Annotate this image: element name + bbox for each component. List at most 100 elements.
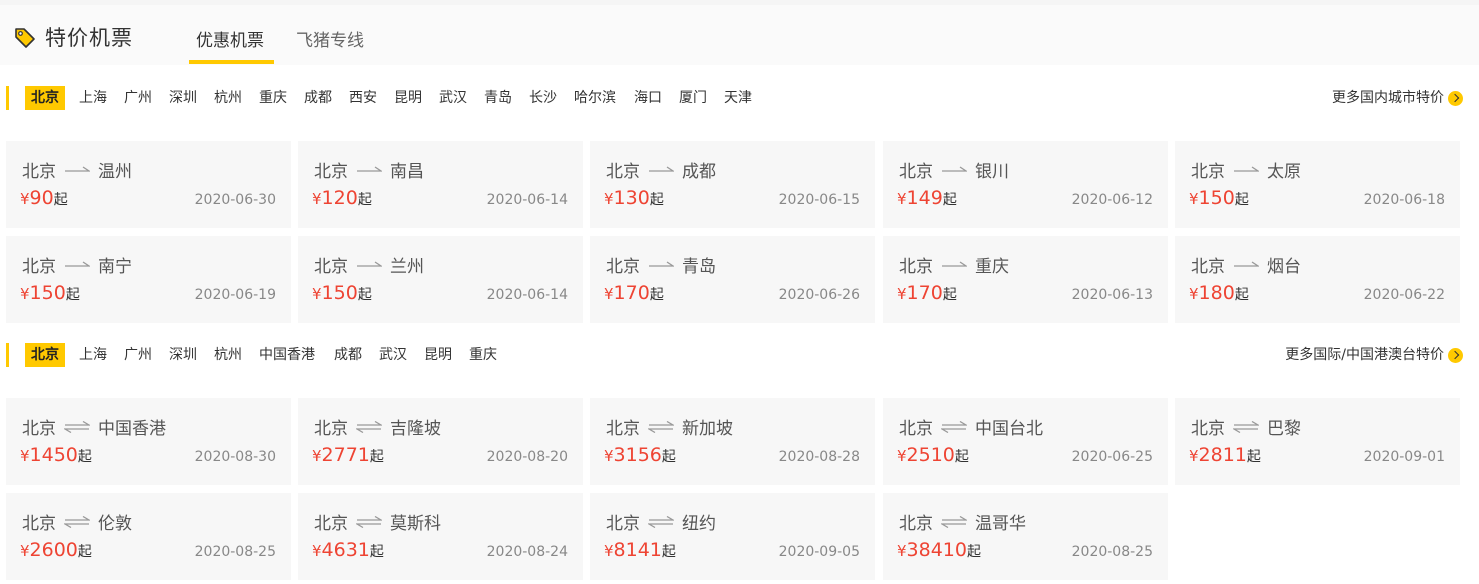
currency-symbol: ¥ (20, 285, 30, 303)
price-suffix: 起 (53, 192, 68, 208)
round-trip-arrow-icon (648, 420, 674, 433)
currency-symbol: ¥ (1189, 285, 1199, 303)
flight-deal-card[interactable]: 北京 纽约 ¥8141起 2020-09-05 (590, 493, 875, 580)
flight-deal-card[interactable]: 北京 银川 ¥149起 2020-06-12 (883, 141, 1168, 228)
city-filter-3[interactable]: 深圳 (169, 343, 197, 367)
price-suffix: 起 (357, 192, 372, 208)
city-filter-10[interactable]: 青岛 (484, 86, 512, 110)
origin-city: 北京 (1191, 257, 1225, 277)
price: ¥150起 (1189, 187, 1249, 209)
price-amount: 2811 (1198, 444, 1247, 466)
currency-symbol: ¥ (897, 190, 907, 208)
route: 北京 成都 (606, 157, 716, 182)
city-filter-15[interactable]: 天津 (724, 86, 752, 110)
city-filter-6[interactable]: 成都 (304, 86, 332, 110)
flight-deal-card[interactable]: 北京 伦敦 ¥2600起 2020-08-25 (6, 493, 291, 580)
city-filter-4[interactable]: 杭州 (214, 343, 242, 367)
departure-date: 2020-06-22 (1363, 287, 1445, 303)
city-filter-2[interactable]: 广州 (124, 86, 152, 110)
price-suffix: 起 (942, 287, 957, 303)
city-filter-9[interactable]: 重庆 (469, 343, 497, 367)
flight-deal-card[interactable]: 北京 兰州 ¥150起 2020-06-14 (298, 236, 583, 323)
city-filter-8[interactable]: 昆明 (394, 86, 422, 110)
flight-deal-card[interactable]: 北京 莫斯科 ¥4631起 2020-08-24 (298, 493, 583, 580)
flight-deal-card[interactable]: 北京 青岛 ¥170起 2020-06-26 (590, 236, 875, 323)
price: ¥149起 (897, 187, 957, 209)
city-filter-13[interactable]: 海口 (634, 86, 662, 110)
currency-symbol: ¥ (312, 190, 322, 208)
price: ¥130起 (604, 187, 664, 209)
city-filter-11[interactable]: 长沙 (529, 86, 557, 110)
origin-city: 北京 (314, 514, 348, 534)
origin-city: 北京 (314, 257, 348, 277)
city-filter-4[interactable]: 杭州 (214, 86, 242, 110)
flight-deal-card[interactable]: 北京 南昌 ¥120起 2020-06-14 (298, 141, 583, 228)
currency-symbol: ¥ (897, 542, 907, 560)
departure-date: 2020-06-26 (778, 287, 860, 303)
city-filter-7[interactable]: 武汉 (379, 343, 407, 367)
city-filter-7[interactable]: 西安 (349, 86, 377, 110)
round-trip-arrow-icon (1233, 420, 1259, 433)
price-suffix: 起 (967, 544, 981, 560)
city-filter-1[interactable]: 上海 (79, 343, 107, 367)
more-international-deals-link[interactable]: 更多国际/中国港澳台特价 (1285, 343, 1463, 367)
city-filter-9[interactable]: 武汉 (439, 86, 467, 110)
flight-deal-card[interactable]: 北京 烟台 ¥180起 2020-06-22 (1175, 236, 1460, 323)
international-city-filter: 更多国际/中国港澳台特价 北京 上海 广州 深圳 杭州 中国香港 成都 武汉 昆明 重庆 (0, 341, 1479, 371)
destination-city: 重庆 (975, 257, 1009, 277)
flight-deal-card[interactable]: 北京 重庆 ¥170起 2020-06-13 (883, 236, 1168, 323)
price-amount: 150 (321, 282, 358, 304)
departure-date: 2020-08-30 (194, 449, 276, 465)
destination-city: 青岛 (682, 257, 716, 277)
origin-city: 北京 (1191, 419, 1225, 439)
route: 北京 中国香港 (22, 414, 166, 439)
origin-city: 北京 (22, 514, 56, 534)
currency-symbol: ¥ (312, 285, 322, 303)
flight-deal-card[interactable]: 北京 温哥华 ¥38410起 2020-08-25 (883, 493, 1168, 580)
section-marker (6, 86, 9, 110)
destination-city: 南昌 (390, 162, 424, 182)
one-way-arrow-icon (1234, 165, 1259, 172)
round-trip-arrow-icon (64, 420, 90, 433)
more-international-label: 更多国际/中国港澳台特价 (1285, 347, 1444, 363)
brand: 特价机票 (13, 22, 133, 52)
flight-deal-card[interactable]: 北京 成都 ¥130起 2020-06-15 (590, 141, 875, 228)
page-title: 特价机票 (45, 26, 133, 50)
flight-deal-card[interactable]: 北京 新加坡 ¥3156起 2020-08-28 (590, 398, 875, 485)
one-way-arrow-icon (649, 165, 674, 172)
destination-city: 巴黎 (1267, 419, 1301, 439)
tab-discount-tickets[interactable]: 优惠机票 (196, 26, 264, 51)
flight-deal-card[interactable]: 北京 吉隆坡 ¥2771起 2020-08-20 (298, 398, 583, 485)
city-filter-0[interactable]: 北京 (25, 343, 65, 367)
city-filter-1[interactable]: 上海 (79, 86, 107, 110)
flight-deal-card[interactable]: 北京 中国台北 ¥2510起 2020-06-25 (883, 398, 1168, 485)
price: ¥150起 (312, 282, 372, 304)
city-filter-5[interactable]: 中国香港 (259, 343, 315, 367)
currency-symbol: ¥ (897, 285, 907, 303)
city-filter-6[interactable]: 成都 (334, 343, 362, 367)
city-filter-8[interactable]: 昆明 (424, 343, 452, 367)
city-filter-2[interactable]: 广州 (124, 343, 152, 367)
city-filter-5[interactable]: 重庆 (259, 86, 287, 110)
destination-city: 温州 (98, 162, 132, 182)
city-filter-12[interactable]: 哈尔滨 (574, 86, 616, 110)
route: 北京 银川 (899, 157, 1009, 182)
city-filter-3[interactable]: 深圳 (169, 86, 197, 110)
round-trip-arrow-icon (64, 515, 90, 528)
round-trip-arrow-icon (356, 515, 382, 528)
flight-deal-card[interactable]: 北京 中国香港 ¥1450起 2020-08-30 (6, 398, 291, 485)
tab-feizhu-routes[interactable]: 飞猪专线 (296, 26, 364, 51)
departure-date: 2020-06-15 (778, 192, 860, 208)
flight-deal-card[interactable]: 北京 巴黎 ¥2811起 2020-09-01 (1175, 398, 1460, 485)
price-suffix: 起 (369, 449, 384, 465)
city-filter-14[interactable]: 厦门 (679, 86, 707, 110)
flight-deal-card[interactable]: 北京 温州 ¥90起 2020-06-30 (6, 141, 291, 228)
route: 北京 纽约 (606, 509, 716, 534)
flight-deal-card[interactable]: 北京 南宁 ¥150起 2020-06-19 (6, 236, 291, 323)
destination-city: 银川 (975, 162, 1009, 182)
more-domestic-deals-link[interactable]: 更多国内城市特价 (1332, 86, 1463, 110)
flight-deal-card[interactable]: 北京 太原 ¥150起 2020-06-18 (1175, 141, 1460, 228)
one-way-arrow-icon (942, 260, 967, 267)
city-filter-0[interactable]: 北京 (25, 86, 65, 110)
currency-symbol: ¥ (312, 542, 322, 560)
